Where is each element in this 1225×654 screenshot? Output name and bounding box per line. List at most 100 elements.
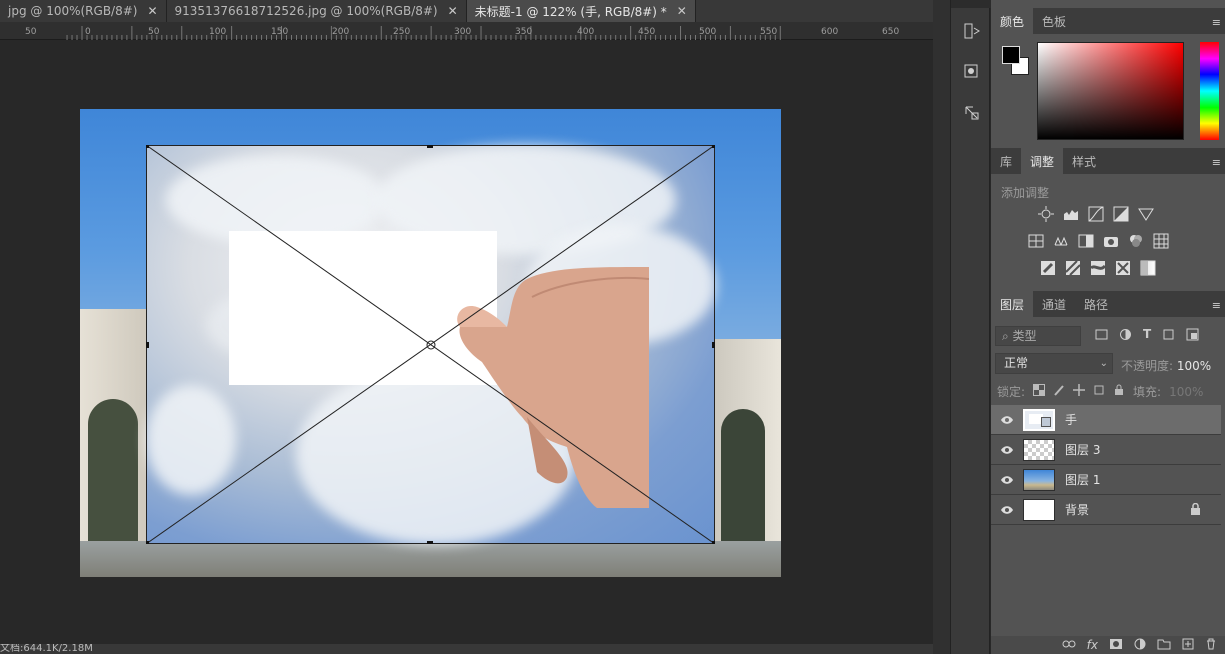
tab-libraries[interactable]: 库 <box>991 148 1021 174</box>
opacity-label: 不透明度: <box>1121 359 1174 373</box>
black-white-icon[interactable] <box>1077 233 1095 249</box>
layer-name: 图层 1 <box>1065 473 1101 487</box>
smart-object-filter-icon[interactable] <box>1186 328 1199 344</box>
tab-layers[interactable]: 图层 <box>991 291 1034 317</box>
tab-styles[interactable]: 样式 <box>1063 148 1105 174</box>
layer-filter-type[interactable]: ⌕ 类型 <box>995 326 1081 346</box>
curves-icon[interactable] <box>1087 206 1105 222</box>
filter-type-label: 类型 <box>1012 329 1037 343</box>
lock-all-icon[interactable] <box>1113 384 1125 399</box>
selective-color-icon[interactable] <box>1114 260 1132 276</box>
lock-position-icon[interactable] <box>1073 384 1086 399</box>
color-balance-icon[interactable] <box>1052 233 1070 249</box>
canvas-workspace[interactable] <box>0 41 933 644</box>
document-canvas[interactable] <box>80 109 781 577</box>
fill-value[interactable]: 100% <box>1169 385 1203 399</box>
new-adjustment-layer-icon[interactable] <box>1134 638 1146 653</box>
add-adjustment-label: 添加调整 <box>1001 186 1050 200</box>
panel-menu-icon[interactable]: ≡ <box>1212 16 1221 29</box>
right-panels: 颜色 色板 ≡ 库 调整 样式 ≡ 添加调整 图层 通道 路径 ≡ ⌕ 类型 T… <box>991 0 1225 654</box>
link-layers-icon[interactable] <box>1062 638 1076 652</box>
opacity-value[interactable]: 100% <box>1177 359 1211 373</box>
tab-channels[interactable]: 通道 <box>1033 291 1075 317</box>
vertical-scrollbar[interactable] <box>933 0 950 654</box>
levels-icon[interactable] <box>1062 206 1080 222</box>
doc-tab-3[interactable]: 未标题-1 @ 122% (手, RGB/8#) * ✕ <box>466 0 696 22</box>
blend-mode-select[interactable]: 正常 ⌄ <box>995 353 1113 374</box>
doc-tab-1[interactable]: jpg @ 100%(RGB/8#) ✕ <box>0 0 167 22</box>
tab-adjustments[interactable]: 调整 <box>1021 148 1064 174</box>
ruler-tick-label: 650 <box>882 27 899 37</box>
ruler-tick-label: 350 <box>515 27 532 37</box>
layer-filter-icons: T <box>1095 328 1199 344</box>
lock-image-icon[interactable] <box>1053 384 1065 399</box>
document-tab-bar: jpg @ 100%(RGB/8#) ✕ 913513766187125​26.… <box>0 0 933 22</box>
lock-artboard-icon[interactable] <box>1093 384 1105 399</box>
tab-swatches[interactable]: 色板 <box>1033 8 1075 34</box>
building-right <box>711 339 781 549</box>
threshold-icon[interactable] <box>1089 260 1107 276</box>
hue-saturation-icon[interactable] <box>1027 233 1045 249</box>
opacity-control[interactable]: 不透明度: 100% <box>1121 357 1211 374</box>
close-icon[interactable]: ✕ <box>677 4 687 18</box>
doc-tab-1-label: jpg @ 100%(RGB/8#) <box>8 4 138 18</box>
adjustment-filter-icon[interactable] <box>1119 328 1132 344</box>
ruler-tick-label: 300 <box>454 27 471 37</box>
ruler-tick-label: 450 <box>638 27 655 37</box>
layer-row[interactable]: 图层 3 <box>991 435 1221 465</box>
tab-color[interactable]: 颜色 <box>991 8 1034 34</box>
layer-style-fx-icon[interactable]: fx <box>1087 638 1098 652</box>
eye-icon[interactable] <box>991 445 1023 455</box>
ruler-tick-label: 50 <box>25 27 37 37</box>
horizontal-ruler[interactable]: 50 0 50 100 150 200 250 300 350 400 450 500 550 600 65… <box>0 22 933 40</box>
foreground-color-box[interactable] <box>1002 46 1020 64</box>
ruler-tick-label: 200 <box>332 27 349 37</box>
eye-icon[interactable] <box>991 505 1023 515</box>
new-group-icon[interactable] <box>1157 638 1171 653</box>
invert-icon[interactable] <box>1039 260 1057 276</box>
image-filter-icon[interactable] <box>1095 328 1108 344</box>
color-panel-tabs: 颜色 色板 ≡ <box>991 8 1225 34</box>
color-lookup-icon[interactable] <box>1152 233 1170 249</box>
posterize-icon[interactable] <box>1064 260 1082 276</box>
layer-row[interactable]: 背景 <box>991 495 1221 525</box>
brightness-icon[interactable] <box>1037 206 1055 222</box>
adjustment-row-3 <box>1039 260 1157 276</box>
doc-tab-2[interactable]: 913513766187125​26.jpg @ 100%(RGB/8#) ✕ <box>167 0 467 22</box>
layer-name: 手 <box>1065 413 1078 427</box>
photo-filter-icon[interactable] <box>1102 233 1120 249</box>
layer-row[interactable]: 图层 1 <box>991 465 1221 495</box>
ruler-tick-label: 150 <box>271 27 288 37</box>
channel-mixer-icon[interactable] <box>1127 233 1145 249</box>
layers-panel-tabs: 图层 通道 路径 ≡ <box>991 291 1225 317</box>
character-icon[interactable] <box>961 102 983 124</box>
doc-tab-3-label: 未标题-1 @ 122% (手, RGB/8#) * <box>474 4 667 19</box>
lock-icon <box>1190 502 1201 518</box>
layer-row[interactable]: 手 <box>991 405 1221 435</box>
panel-menu-icon[interactable]: ≡ <box>1212 299 1221 312</box>
lock-transparent-icon[interactable] <box>1033 384 1046 399</box>
shape-filter-icon[interactable] <box>1162 328 1175 344</box>
type-filter-icon[interactable]: T <box>1143 328 1151 344</box>
collapse-icon[interactable] <box>951 0 991 8</box>
tab-paths[interactable]: 路径 <box>1075 291 1117 317</box>
close-icon[interactable]: ✕ <box>147 4 157 18</box>
add-mask-icon[interactable] <box>1109 638 1123 653</box>
close-icon[interactable]: ✕ <box>448 4 458 18</box>
gradient-map-icon[interactable] <box>1139 260 1157 276</box>
search-icon: ⌕ <box>1002 329 1013 343</box>
eye-icon[interactable] <box>991 415 1023 425</box>
exposure-icon[interactable] <box>1112 206 1130 222</box>
fill-label: 填充: <box>1133 385 1162 399</box>
new-layer-icon[interactable] <box>1182 638 1194 653</box>
free-transform-box[interactable] <box>146 145 715 544</box>
panel-menu-icon[interactable]: ≡ <box>1212 156 1221 169</box>
properties-icon[interactable] <box>961 60 983 82</box>
delete-layer-icon[interactable] <box>1205 638 1217 653</box>
color-picker-field[interactable] <box>1037 42 1184 140</box>
eye-icon[interactable] <box>991 475 1023 485</box>
hue-slider[interactable] <box>1200 42 1219 140</box>
history-icon[interactable] <box>961 20 983 42</box>
layer-name: 背景 <box>1065 503 1090 517</box>
vibrance-icon[interactable] <box>1137 206 1155 222</box>
